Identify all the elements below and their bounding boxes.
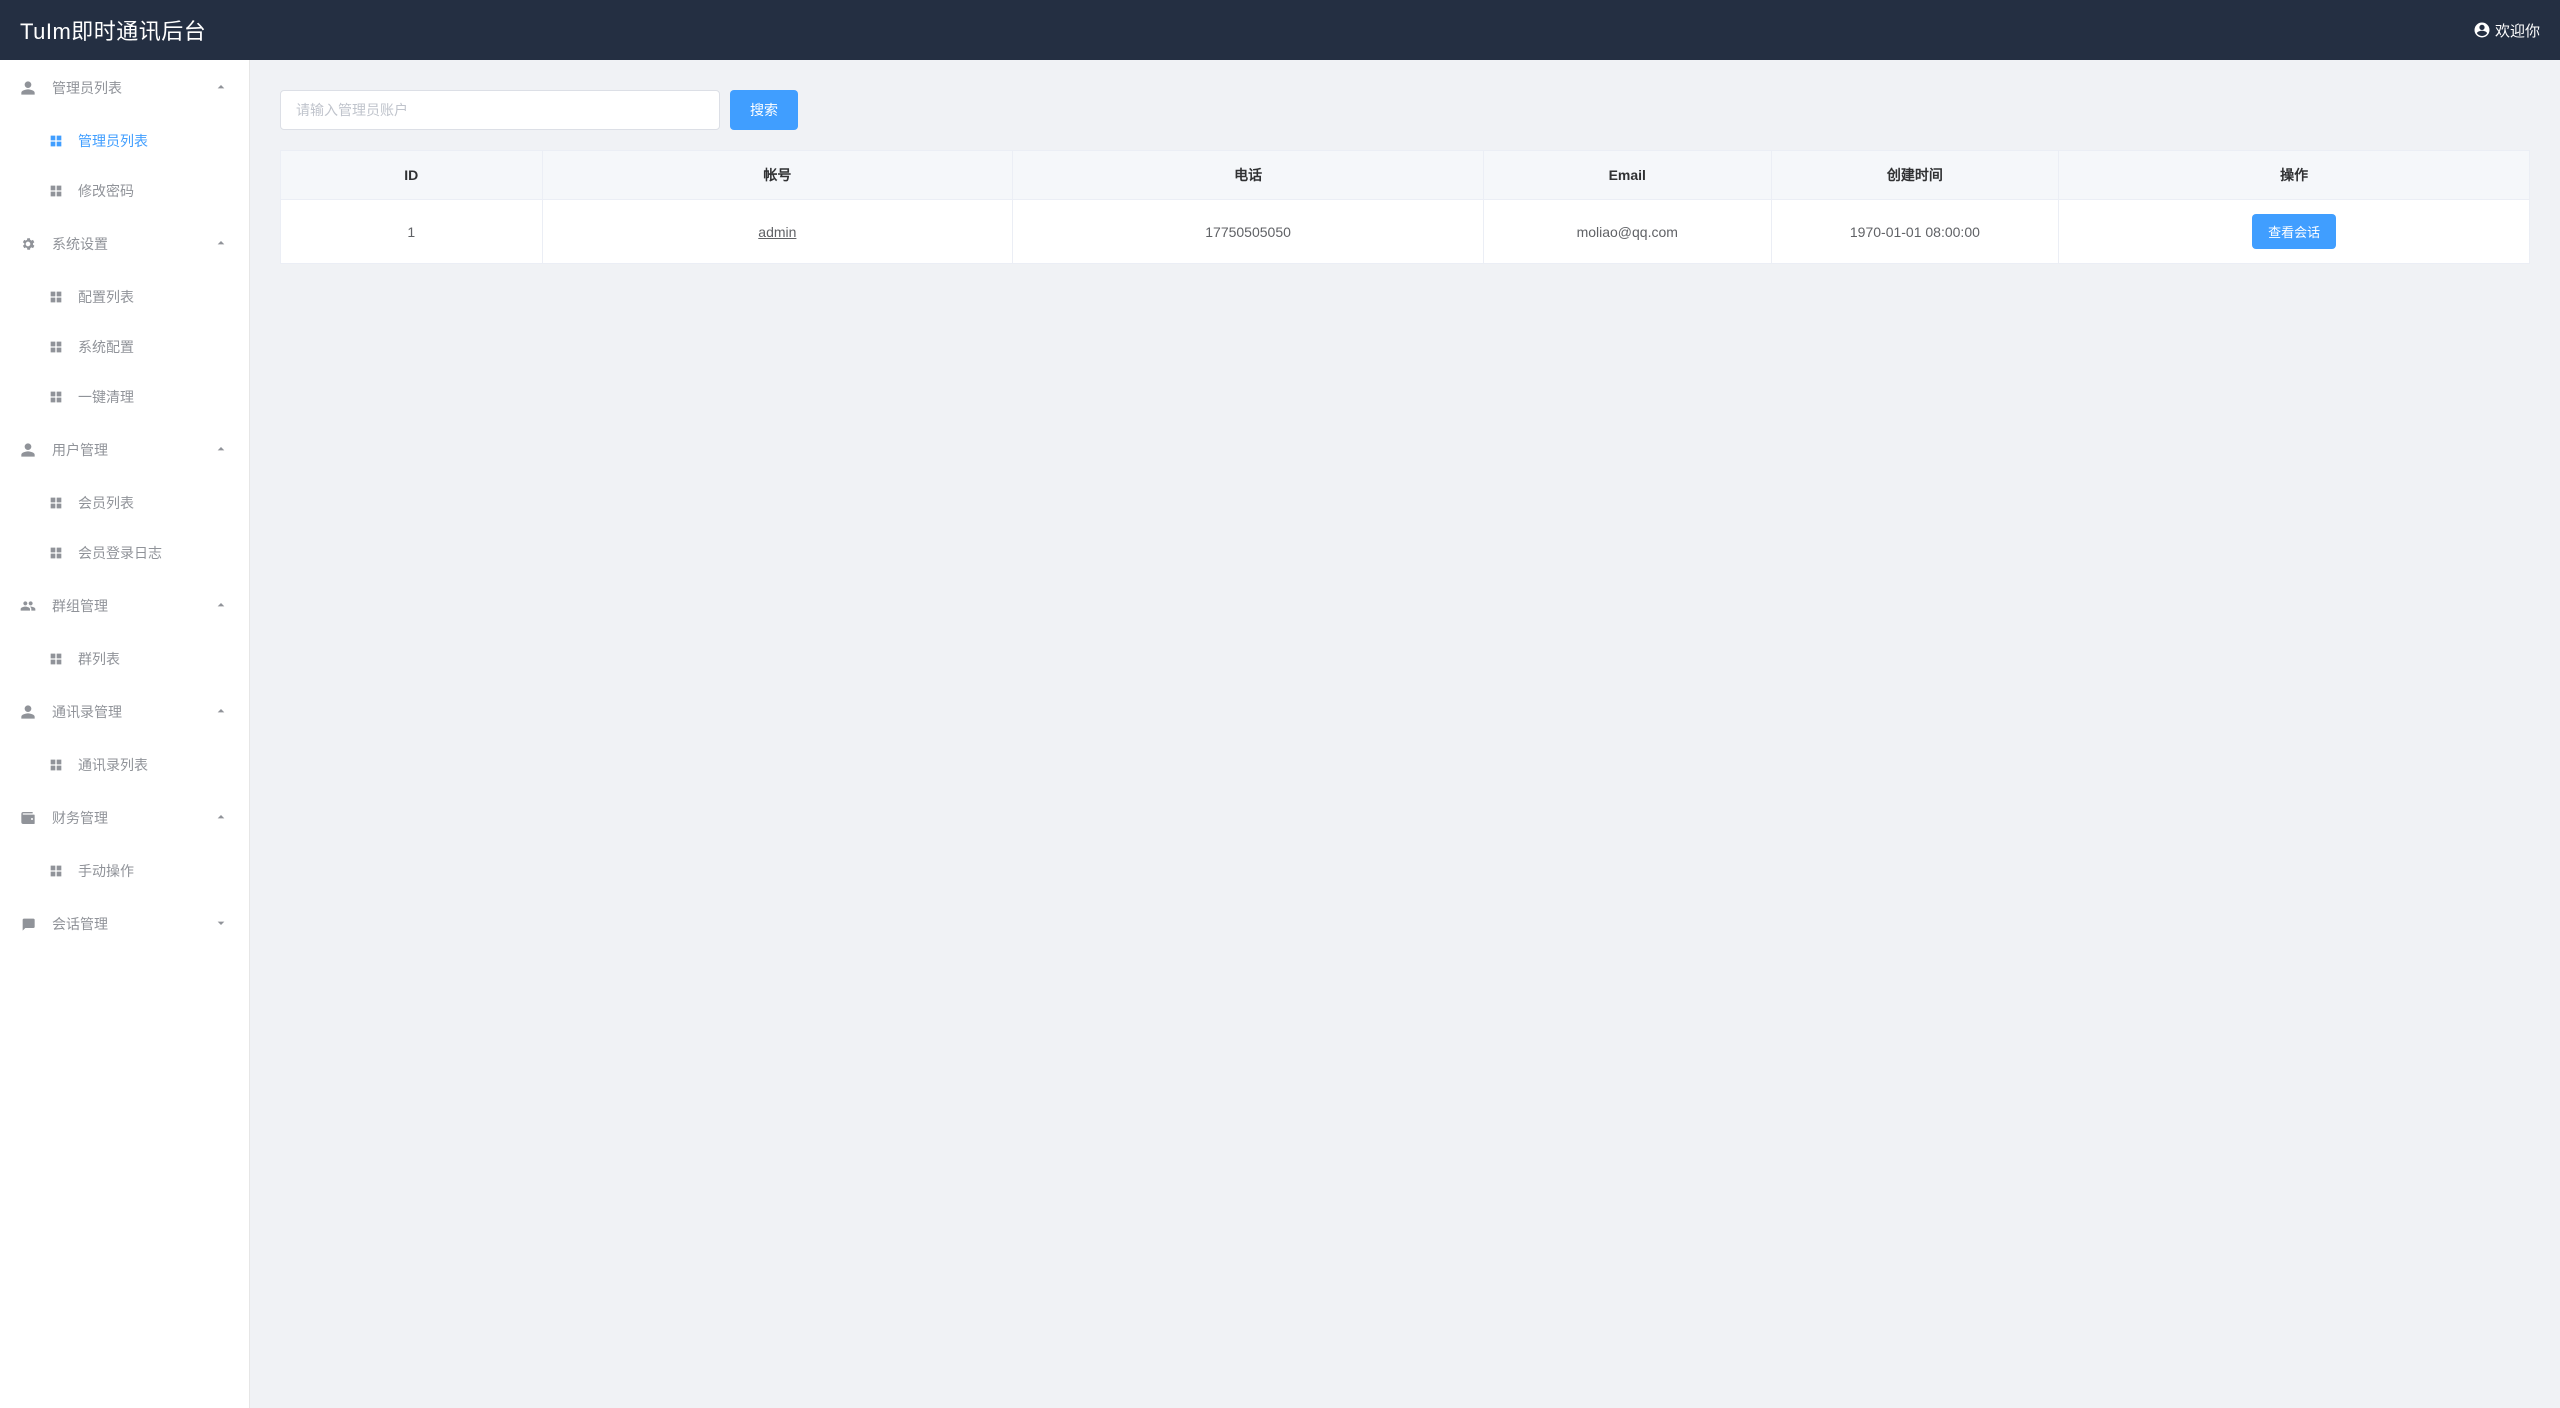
cell-account: admin	[542, 200, 1013, 264]
search-bar: 搜索	[280, 90, 2530, 130]
col-id: ID	[281, 151, 543, 200]
cell-created: 1970-01-01 08:00:00	[1771, 200, 2059, 264]
sidebar-item-label: 系统配置	[78, 337, 134, 357]
chevron-up-icon	[213, 441, 229, 460]
chevron-up-icon	[213, 235, 229, 254]
sidebar-item[interactable]: 配置列表	[0, 272, 249, 322]
grid-icon	[48, 757, 68, 773]
chevron-up-icon	[213, 809, 229, 828]
menu-group-header[interactable]: 用户管理	[0, 422, 249, 478]
menu-group-icon	[20, 598, 44, 614]
chevron-down-icon	[213, 915, 229, 934]
menu-group-label: 通讯录管理	[52, 702, 122, 722]
chevron-up-icon	[213, 703, 229, 722]
sidebar-item-label: 一键清理	[78, 387, 134, 407]
menu-group-header[interactable]: 系统设置	[0, 216, 249, 272]
sidebar-item-label: 通讯录列表	[78, 755, 148, 775]
chevron-up-icon	[213, 597, 229, 616]
grid-icon	[48, 183, 68, 199]
search-input[interactable]	[280, 90, 720, 130]
menu-group-label: 财务管理	[52, 808, 108, 828]
search-button[interactable]: 搜索	[730, 90, 798, 130]
menu-group-icon	[20, 442, 44, 458]
sidebar-item-label: 管理员列表	[78, 131, 148, 151]
col-email: Email	[1483, 151, 1771, 200]
chevron-up-icon	[213, 79, 229, 98]
col-created: 创建时间	[1771, 151, 2059, 200]
grid-icon	[48, 651, 68, 667]
menu-group-header[interactable]: 财务管理	[0, 790, 249, 846]
grid-icon	[48, 495, 68, 511]
col-action: 操作	[2059, 151, 2530, 200]
cell-id: 1	[281, 200, 543, 264]
sidebar-item[interactable]: 一键清理	[0, 372, 249, 422]
menu-group-header[interactable]: 会话管理	[0, 896, 249, 952]
app-title: TuIm即时通讯后台	[20, 14, 206, 46]
menu-group-icon	[20, 916, 44, 932]
header-user-area[interactable]: 欢迎你	[2473, 20, 2540, 41]
user-circle-icon	[2473, 21, 2491, 39]
menu-group-label: 管理员列表	[52, 78, 122, 98]
grid-icon	[48, 289, 68, 305]
grid-icon	[48, 389, 68, 405]
sidebar-item[interactable]: 通讯录列表	[0, 740, 249, 790]
menu-group-header[interactable]: 群组管理	[0, 578, 249, 634]
sidebar-item[interactable]: 会员登录日志	[0, 528, 249, 578]
col-phone: 电话	[1013, 151, 1484, 200]
menu-group-label: 群组管理	[52, 596, 108, 616]
menu-group-label: 系统设置	[52, 234, 108, 254]
welcome-text: 欢迎你	[2495, 20, 2540, 41]
sidebar-item[interactable]: 手动操作	[0, 846, 249, 896]
menu-group-icon	[20, 704, 44, 720]
sidebar-item[interactable]: 管理员列表	[0, 116, 249, 166]
account-link[interactable]: admin	[758, 224, 796, 240]
menu-group-icon	[20, 80, 44, 96]
main-content: 搜索 ID 帐号 电话 Email 创建时间 操作 1 admin 17750505…	[250, 60, 2560, 294]
menu-group-header[interactable]: 管理员列表	[0, 60, 249, 116]
sidebar-item[interactable]: 系统配置	[0, 322, 249, 372]
sidebar-item[interactable]: 修改密码	[0, 166, 249, 216]
sidebar: 管理员列表管理员列表修改密码系统设置配置列表系统配置一键清理用户管理会员列表会员…	[0, 60, 250, 1408]
sidebar-item-label: 手动操作	[78, 861, 134, 881]
sidebar-item-label: 会员列表	[78, 493, 134, 513]
sidebar-item[interactable]: 群列表	[0, 634, 249, 684]
grid-icon	[48, 545, 68, 561]
cell-email: moliao@qq.com	[1483, 200, 1771, 264]
menu-group-header[interactable]: 通讯录管理	[0, 684, 249, 740]
grid-icon	[48, 339, 68, 355]
cell-phone: 17750505050	[1013, 200, 1484, 264]
menu-group-label: 会话管理	[52, 914, 108, 934]
cell-action: 查看会话	[2059, 200, 2530, 264]
sidebar-item-label: 修改密码	[78, 181, 134, 201]
sidebar-item[interactable]: 会员列表	[0, 478, 249, 528]
admin-table: ID 帐号 电话 Email 创建时间 操作 1 admin 17750505050…	[280, 150, 2530, 264]
grid-icon	[48, 133, 68, 149]
app-header: TuIm即时通讯后台 欢迎你	[0, 0, 2560, 60]
grid-icon	[48, 863, 68, 879]
col-account: 帐号	[542, 151, 1013, 200]
table-row: 1 admin 17750505050moliao@qq.com1970-01-01…	[281, 200, 2530, 264]
menu-group-icon	[20, 236, 44, 252]
sidebar-item-label: 配置列表	[78, 287, 134, 307]
menu-group-label: 用户管理	[52, 440, 108, 460]
sidebar-item-label: 会员登录日志	[78, 543, 162, 563]
view-session-button[interactable]: 查看会话	[2252, 214, 2336, 249]
sidebar-item-label: 群列表	[78, 649, 120, 669]
menu-group-icon	[20, 810, 44, 826]
